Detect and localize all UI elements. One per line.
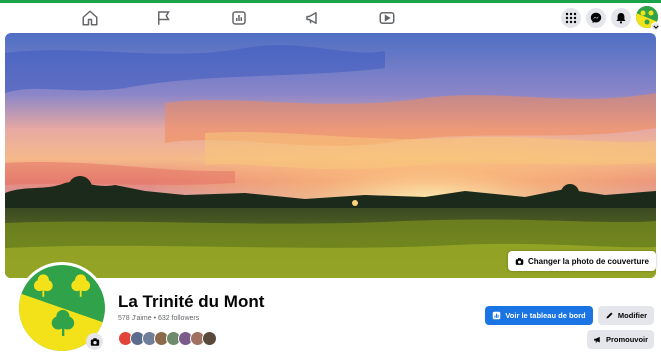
insights-icon[interactable] bbox=[230, 9, 248, 27]
video-icon[interactable] bbox=[378, 9, 396, 27]
view-dashboard-button[interactable]: Voir le tableau de bord bbox=[485, 306, 593, 325]
flag-icon[interactable] bbox=[155, 9, 173, 27]
pencil-icon bbox=[606, 312, 613, 319]
change-cover-label: Changer la photo de couverture bbox=[528, 256, 649, 266]
top-navigation-bar bbox=[0, 3, 661, 33]
cover-photo bbox=[5, 33, 656, 278]
update-profile-picture-button[interactable] bbox=[86, 333, 103, 350]
menu-grid-icon[interactable] bbox=[561, 8, 581, 28]
page-title: La Trinité du Mont bbox=[118, 292, 265, 311]
camera-icon bbox=[515, 257, 524, 265]
page-likes-followers[interactable]: 578 J'aime • 632 followers bbox=[118, 315, 199, 322]
change-cover-photo-button[interactable]: Changer la photo de couverture bbox=[508, 251, 656, 271]
promote-label: Promouvoir bbox=[605, 335, 649, 344]
edit-page-label: Modifier bbox=[617, 311, 648, 320]
dashboard-icon bbox=[493, 311, 501, 320]
follower-avatars[interactable] bbox=[118, 331, 217, 347]
megaphone-icon bbox=[594, 336, 600, 343]
view-dashboard-label: Voir le tableau de bord bbox=[505, 311, 586, 320]
promote-button[interactable]: Promouvoir bbox=[587, 330, 654, 349]
camera-icon bbox=[90, 337, 99, 346]
notifications-bell-icon[interactable] bbox=[611, 8, 631, 28]
edit-page-button[interactable]: Modifier bbox=[598, 306, 654, 325]
chevron-down-icon[interactable] bbox=[651, 22, 660, 31]
home-icon[interactable] bbox=[81, 9, 99, 27]
messenger-icon[interactable] bbox=[586, 8, 606, 28]
megaphone-icon[interactable] bbox=[304, 9, 322, 27]
follower-avatar[interactable] bbox=[202, 331, 217, 346]
